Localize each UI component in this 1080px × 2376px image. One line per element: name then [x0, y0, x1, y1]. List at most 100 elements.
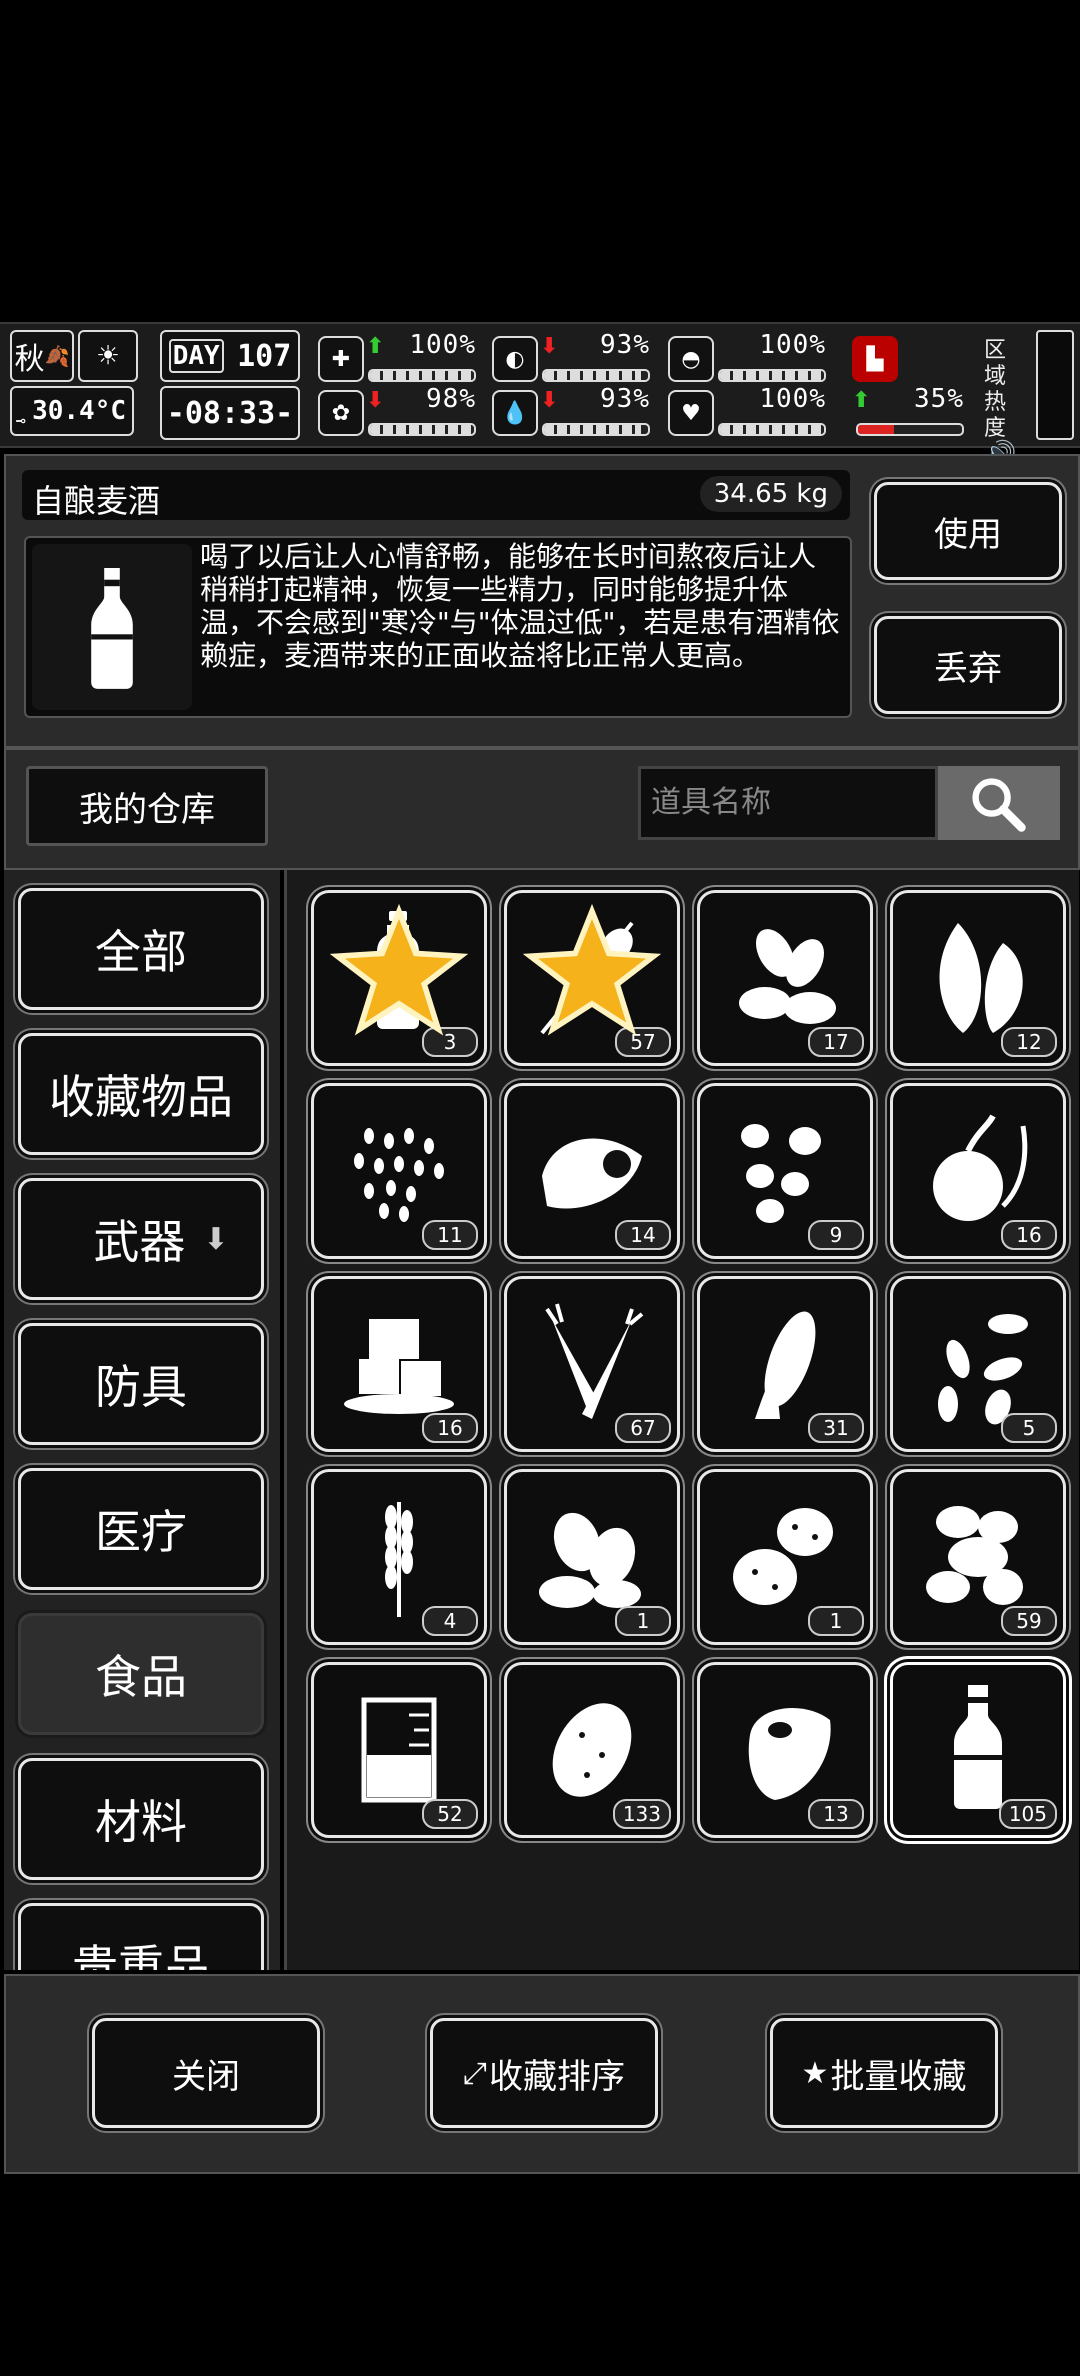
- category-5-selected[interactable]: 食品: [18, 1613, 264, 1735]
- stat-bar: [718, 369, 826, 382]
- star-icon: ★: [801, 2055, 829, 2091]
- season-badge: 秋 🍂: [10, 330, 74, 382]
- item-slot[interactable]: 12: [890, 890, 1066, 1066]
- item-count-badge: 1: [615, 1606, 671, 1636]
- category-1[interactable]: 收藏物品: [18, 1033, 264, 1155]
- item-slot[interactable]: 13: [697, 1662, 873, 1838]
- use-button[interactable]: 使用: [874, 482, 1062, 580]
- status-bar: 秋 🍂 ☀ ⊸ 30.4°C DAY 107 -08:33- ✚ ⬆ 100% ◐ ⬇ 93…: [0, 322, 1080, 468]
- beans-icon: [539, 1512, 641, 1608]
- stat-water-drop: 💧 ⬇ 93%: [492, 384, 650, 440]
- discard-button[interactable]: 丢弃: [874, 616, 1062, 714]
- arrow-down-icon: ⬇: [540, 388, 559, 413]
- day-counter: DAY 107: [160, 330, 300, 382]
- item-count-badge: 17: [808, 1027, 864, 1057]
- arrow-up-icon: ⬆: [852, 388, 871, 413]
- onion-icon: [933, 1114, 1028, 1221]
- item-slot[interactable]: 9: [697, 1083, 873, 1259]
- favorite-star-icon: [329, 903, 469, 1036]
- stat-stomach: ◐ ⬇ 93%: [492, 330, 650, 386]
- pill-icon: ◓: [668, 336, 714, 382]
- water-drop-icon: 💧: [492, 390, 538, 436]
- thermometer-icon: ⊸: [16, 411, 26, 430]
- stat-value: 93%: [600, 330, 650, 360]
- item-slot[interactable]: 31: [697, 1276, 873, 1452]
- item-slot[interactable]: 133: [504, 1662, 680, 1838]
- item-count-badge: 12: [1001, 1027, 1057, 1057]
- close-button[interactable]: 关闭: [92, 2018, 320, 2128]
- item-slot-selected[interactable]: 105: [890, 1662, 1066, 1838]
- search-button[interactable]: [938, 766, 1060, 840]
- category-6[interactable]: 材料: [18, 1758, 264, 1880]
- category-4[interactable]: 医疗: [18, 1468, 264, 1590]
- peanuts-icon: [741, 1124, 821, 1223]
- carrots-icon: [545, 1303, 644, 1419]
- item-slot[interactable]: 57: [504, 890, 680, 1066]
- heart-icon: ♥: [668, 390, 714, 436]
- stat-value: 100%: [759, 330, 826, 360]
- potato-icon: [552, 1703, 632, 1797]
- medkit-icon: ✚: [318, 336, 364, 382]
- category-0[interactable]: 全部: [18, 888, 264, 1010]
- beer-bottle-icon: [91, 568, 133, 689]
- brain-icon: ✿: [318, 390, 364, 436]
- almonds-icon: [739, 929, 836, 1024]
- stat-value: 93%: [600, 384, 650, 414]
- clock: -08:33-: [160, 386, 300, 440]
- beer-bottle-icon: [954, 1685, 1002, 1809]
- item-slot[interactable]: 5: [890, 1276, 1066, 1452]
- item-slot[interactable]: 17: [697, 890, 873, 1066]
- fish-head-icon: [542, 1138, 642, 1209]
- temperature-readout: ⊸ 30.4°C: [10, 386, 134, 436]
- item-slot[interactable]: 1: [697, 1469, 873, 1645]
- item-slot[interactable]: 3: [311, 890, 487, 1066]
- item-count-badge: 52: [422, 1799, 478, 1829]
- category-2[interactable]: 武器 ⬇: [18, 1178, 264, 1300]
- item-slot[interactable]: 4: [311, 1469, 487, 1645]
- stat-value: 98%: [426, 384, 476, 414]
- stomach-icon: ◐: [492, 336, 538, 382]
- steak-icon: [748, 1708, 831, 1800]
- item-slot[interactable]: 52: [311, 1662, 487, 1838]
- stat-bar: [542, 423, 650, 436]
- boot-icon: ▙: [852, 336, 898, 382]
- item-name: 自酿麦酒: [32, 482, 161, 520]
- item-slot[interactable]: 14: [504, 1083, 680, 1259]
- stat-bar: [542, 369, 650, 382]
- item-slot[interactable]: 67: [504, 1276, 680, 1452]
- ginger-icon: [926, 1506, 1023, 1605]
- stamina-stat: ▙: [852, 332, 964, 386]
- item-count-badge: 133: [612, 1799, 671, 1829]
- category-3[interactable]: 防具: [18, 1323, 264, 1445]
- item-count-badge: 59: [1001, 1606, 1057, 1636]
- region-heat-label: 区域 热度 🔊: [984, 338, 1024, 468]
- category-7[interactable]: 贵重品: [18, 1903, 264, 1970]
- search-input[interactable]: 道具名称: [638, 766, 938, 840]
- item-count-badge: 4: [422, 1606, 478, 1636]
- item-count-badge: 31: [808, 1413, 864, 1443]
- region-heat-meter: [1036, 330, 1074, 440]
- stat-bar: [368, 369, 476, 382]
- stat-bar: [368, 423, 476, 436]
- stat-value: 100%: [759, 384, 826, 414]
- item-count-badge: 105: [998, 1799, 1057, 1829]
- batch-favorite-button[interactable]: ★ 批量收藏: [770, 2018, 998, 2128]
- beaker-icon: [361, 1697, 437, 1803]
- corn-icon: [755, 1311, 816, 1419]
- swap-arrows-icon: ⤢: [463, 2055, 487, 2091]
- favorite-sort-button[interactable]: ⤢ 收藏排序: [430, 2018, 658, 2128]
- item-slot[interactable]: 1: [504, 1469, 680, 1645]
- speed-stat: ⬆ 35%: [852, 384, 964, 440]
- item-slot[interactable]: 11: [311, 1083, 487, 1259]
- favorite-star-icon: [522, 903, 662, 1036]
- item-count-badge: 5: [1001, 1413, 1057, 1443]
- stat-pill: ◓ 100%: [668, 330, 826, 386]
- item-slot[interactable]: 16: [890, 1083, 1066, 1259]
- item-slot[interactable]: 16: [311, 1276, 487, 1452]
- item-description: 喝了以后让人心情舒畅，能够在长时间熬夜后让人稍稍打起精神，恢复一些精力，同时能够…: [200, 540, 840, 672]
- sun-icon: ☀: [78, 330, 138, 382]
- expand-arrow-icon: ⬇: [203, 1221, 229, 1257]
- item-slot[interactable]: 59: [890, 1469, 1066, 1645]
- item-grid: 3 57 17 12 11 14 9 16 16 67 31 5 4 1 1 59 52 133 13 105: [284, 870, 1079, 1970]
- leaves-icon: [939, 923, 1023, 1033]
